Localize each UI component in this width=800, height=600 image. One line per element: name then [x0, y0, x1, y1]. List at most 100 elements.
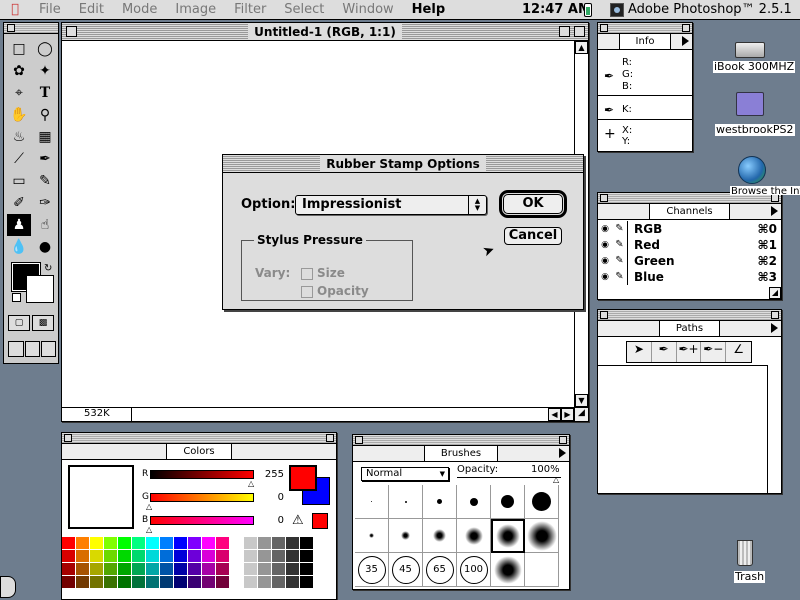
color-swatch[interactable] — [230, 550, 244, 563]
brush-tip[interactable]: 45 — [389, 553, 423, 587]
desktop-icon-label[interactable]: Trash — [734, 571, 766, 583]
color-swatch[interactable] — [230, 537, 244, 550]
crop-tool-icon[interactable]: ⌖ — [7, 82, 31, 104]
eraser-tool-icon[interactable]: ▭ — [7, 170, 31, 192]
scroll-down-arrow-icon[interactable]: ▼ — [575, 394, 588, 407]
dialog-titlebar[interactable]: Rubber Stamp Options — [223, 155, 583, 173]
color-swatch[interactable] — [132, 576, 146, 589]
color-swatch[interactable] — [188, 576, 202, 589]
info-close-box[interactable] — [600, 24, 608, 32]
screen-mode-full-menu-button[interactable] — [25, 341, 40, 357]
brush-tip[interactable] — [423, 485, 457, 519]
document-horizontal-scrollbar[interactable]: 532K ◀ ▶ — [62, 407, 574, 421]
color-swatch[interactable] — [202, 550, 216, 563]
blend-mode-popup[interactable]: Normal ▼ — [361, 467, 449, 481]
brush-tip[interactable] — [355, 519, 389, 553]
application-menu[interactable]: Adobe Photoshop™ 2.5.1 — [604, 0, 792, 20]
zoom-tool-icon[interactable]: ⚲ — [33, 104, 57, 126]
color-swatch[interactable] — [300, 550, 314, 563]
brush-tip[interactable]: 100 — [457, 553, 491, 587]
g-slider-thumb-icon[interactable]: △ — [146, 502, 152, 511]
resize-grip-icon[interactable]: ◢ — [574, 407, 588, 421]
color-swatch[interactable] — [174, 563, 188, 576]
brushes-palette-titlebar[interactable] — [353, 435, 569, 446]
color-swatch[interactable] — [258, 576, 272, 589]
scroll-right-arrow-icon[interactable]: ▶ — [561, 408, 574, 421]
pencil-tool-icon[interactable]: ✎ — [33, 170, 57, 192]
brush-tip[interactable] — [355, 485, 389, 519]
color-swatch[interactable] — [202, 576, 216, 589]
color-swatch[interactable] — [76, 563, 90, 576]
scroll-left-arrow-icon[interactable]: ◀ — [548, 408, 561, 421]
color-swatch[interactable] — [272, 563, 286, 576]
color-swatch[interactable] — [174, 537, 188, 550]
color-swatch[interactable] — [76, 550, 90, 563]
option-popup[interactable]: Impressionist ▲ ▼ — [295, 195, 487, 215]
color-swatch[interactable] — [76, 576, 90, 589]
channels-tab[interactable]: Channels — [649, 204, 730, 219]
cancel-button[interactable]: Cancel — [504, 227, 562, 245]
color-swatch[interactable] — [146, 563, 160, 576]
color-swatch[interactable] — [62, 576, 76, 589]
color-swatch[interactable] — [258, 563, 272, 576]
menu-help[interactable]: Help — [403, 0, 454, 20]
menu-mode[interactable]: Mode — [113, 0, 166, 20]
color-swatch[interactable] — [216, 537, 230, 550]
color-swatch[interactable] — [202, 537, 216, 550]
color-swatch[interactable] — [76, 537, 90, 550]
hard-drive-icon[interactable] — [735, 42, 765, 58]
r-slider-thumb-icon[interactable]: △ — [248, 479, 254, 488]
size-checkbox[interactable] — [301, 268, 313, 280]
menu-image[interactable]: Image — [166, 0, 225, 20]
pencil-icon[interactable]: ✎ — [612, 221, 628, 237]
document-zoom-box[interactable] — [559, 26, 570, 37]
standard-mode-button[interactable]: ▢ — [8, 315, 30, 331]
add-anchor-tool-icon[interactable]: ✒+ — [677, 342, 702, 362]
menu-file[interactable]: File — [30, 0, 70, 20]
color-swatch[interactable] — [146, 550, 160, 563]
color-swatch[interactable] — [146, 537, 160, 550]
eye-icon[interactable]: ◉ — [598, 240, 612, 250]
menu-select[interactable]: Select — [275, 0, 333, 20]
color-swatch[interactable] — [174, 550, 188, 563]
channels-close-box[interactable] — [600, 194, 608, 202]
color-swatch[interactable] — [244, 537, 258, 550]
color-swatch[interactable] — [230, 576, 244, 589]
resize-grip-icon[interactable]: ◢ — [769, 287, 781, 299]
pencil-icon[interactable]: ✎ — [612, 237, 628, 253]
color-swatch[interactable] — [132, 550, 146, 563]
brush-tip[interactable] — [525, 553, 559, 587]
brush-tip[interactable] — [457, 519, 491, 553]
color-swatch[interactable] — [244, 576, 258, 589]
color-swatch[interactable] — [104, 563, 118, 576]
color-swatch[interactable] — [188, 537, 202, 550]
document-titlebar[interactable]: Untitled-1 (RGB, 1:1) — [62, 23, 588, 41]
info-palette-titlebar[interactable] — [598, 23, 692, 34]
color-swatch[interactable] — [104, 576, 118, 589]
color-swatch[interactable] — [216, 576, 230, 589]
foreground-color-box[interactable] — [289, 465, 317, 491]
folder-icon[interactable] — [736, 92, 764, 116]
type-tool-icon[interactable]: T — [33, 82, 57, 104]
brushes-close-box[interactable] — [355, 436, 363, 444]
color-swatch[interactable] — [188, 563, 202, 576]
gamut-warning-icon[interactable]: ⚠ — [292, 513, 304, 528]
scroll-up-arrow-icon[interactable]: ▲ — [575, 41, 588, 54]
color-swatch[interactable] — [160, 537, 174, 550]
color-swatch[interactable] — [160, 576, 174, 589]
eyedropper-tool-icon[interactable]: ✒ — [33, 148, 57, 170]
color-swatch[interactable] — [118, 576, 132, 589]
brush-tip[interactable]: 35 — [355, 553, 389, 587]
color-preview-box[interactable] — [68, 465, 134, 529]
desktop-icon-label[interactable]: iBook 300MHZ — [713, 61, 796, 73]
battery-icon[interactable] — [584, 3, 592, 17]
info-menu-arrow-icon[interactable] — [682, 36, 689, 46]
pencil-icon[interactable]: ✎ — [612, 253, 628, 269]
brushes-collapse-box[interactable] — [559, 436, 567, 444]
colors-close-box[interactable] — [64, 434, 72, 442]
control-strip-tab[interactable] — [0, 576, 16, 598]
hand-tool-icon[interactable]: ✋ — [7, 104, 31, 126]
menu-filter[interactable]: Filter — [225, 0, 275, 20]
paths-collapse-box[interactable] — [771, 311, 779, 319]
channel-row[interactable]: ◉ ✎ Blue ⌘3 — [598, 269, 781, 285]
